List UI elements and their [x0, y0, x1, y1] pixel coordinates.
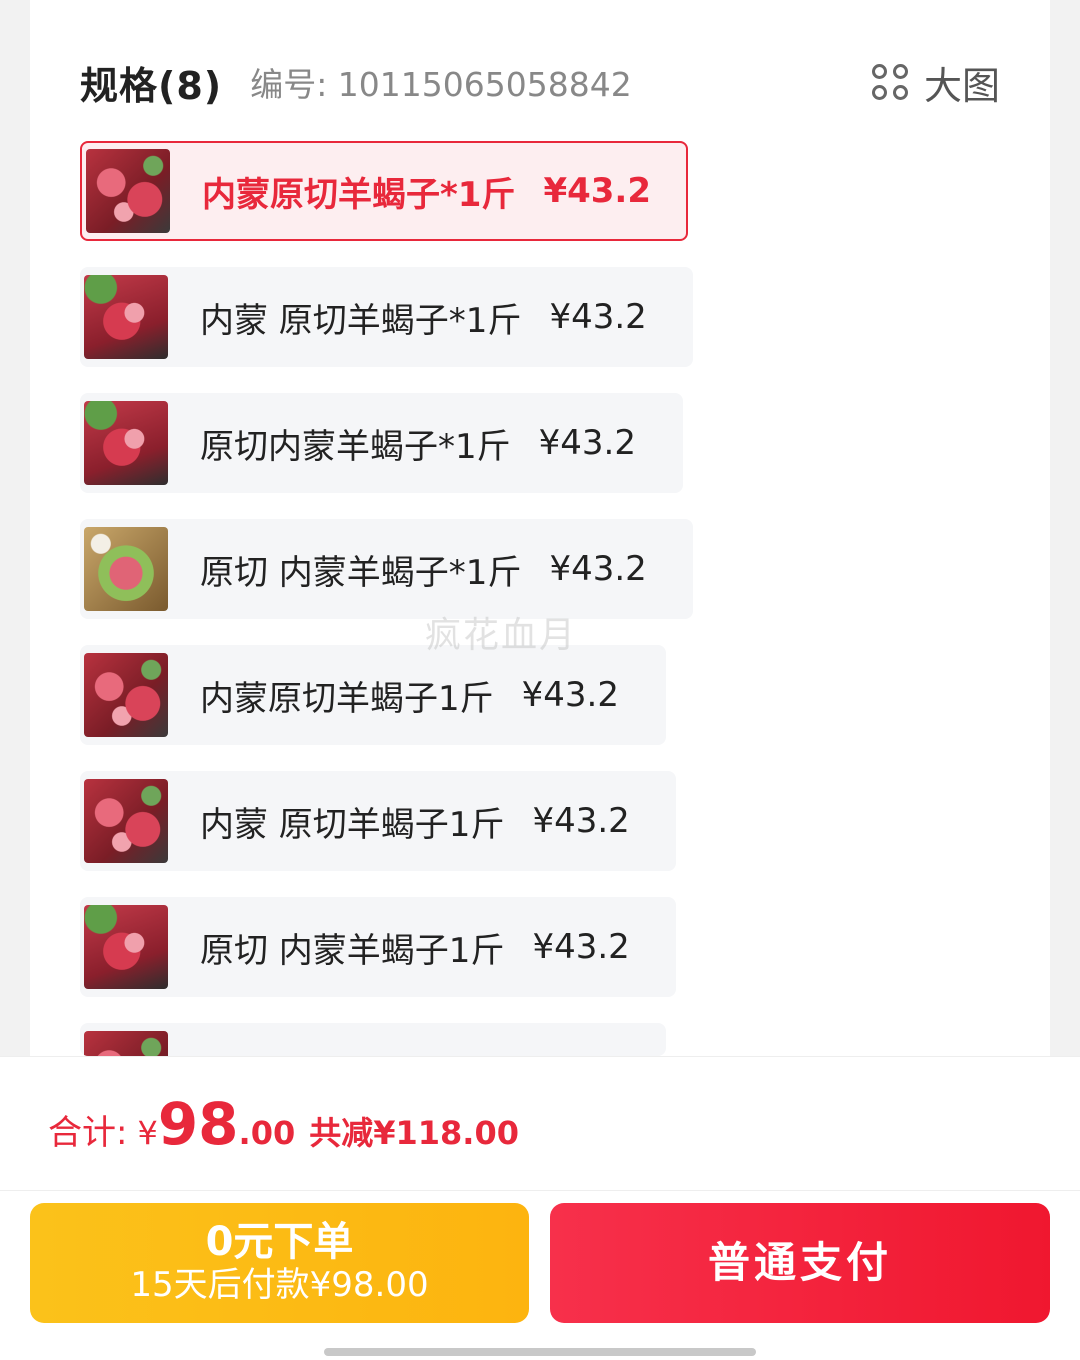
spec-title: 规格(8) — [80, 63, 223, 108]
option-price: ¥43.2 — [549, 297, 647, 337]
big-view-label: 大图 — [923, 63, 1000, 108]
option-label: 内蒙原切羊蝎子1斤 — [200, 678, 494, 719]
option-label: 原切内蒙羊蝎子*1斤 — [200, 426, 511, 467]
option-price: ¥43.2 — [543, 171, 651, 211]
watermark: 疯花血月 — [425, 615, 578, 656]
product-thumbnail — [84, 905, 168, 989]
spec-header: 规格(8) 编号: 10115065058842 大图 — [80, 54, 1000, 110]
spec-option-2[interactable]: 内蒙 原切羊蝎子*1斤 ¥43.2 — [80, 267, 693, 367]
spec-option-7[interactable]: 原切 内蒙羊蝎子1斤 ¥43.2 — [80, 897, 676, 997]
option-price: ¥43.2 — [532, 927, 630, 967]
big-view-button[interactable]: 大图 — [870, 54, 1000, 110]
normal-pay-button[interactable]: 普通支付 — [550, 1203, 1050, 1323]
option-price: ¥43.2 — [521, 675, 619, 715]
product-thumbnail — [84, 527, 168, 611]
total-label: 合计: — [48, 1113, 128, 1153]
option-price: ¥43.2 — [538, 423, 636, 463]
total-decimal: .00 — [238, 1114, 296, 1152]
zero-order-label: 0元下单 — [205, 1219, 354, 1265]
spec-option-4[interactable]: 原切 内蒙羊蝎子*1斤 ¥43.2 — [80, 519, 693, 619]
spec-option-5[interactable]: 内蒙原切羊蝎子1斤 ¥43.2 — [80, 645, 666, 745]
divider — [0, 1190, 1080, 1191]
option-price: ¥43.2 — [549, 549, 647, 589]
option-label: 原切 内蒙羊蝎子*1斤 — [200, 552, 522, 593]
spec-option-6[interactable]: 内蒙 原切羊蝎子1斤 ¥43.2 — [80, 771, 676, 871]
product-thumbnail — [84, 779, 168, 863]
normal-pay-label: 普通支付 — [707, 1238, 892, 1287]
option-label: 原切 内蒙羊蝎子1斤 — [200, 930, 505, 971]
option-label: 内蒙原切羊蝎子*1斤 — [202, 174, 516, 215]
total-integer: 98 — [157, 1090, 239, 1158]
spec-option-3[interactable]: 原切内蒙羊蝎子*1斤 ¥43.2 — [80, 393, 683, 493]
product-thumbnail — [86, 149, 170, 233]
product-thumbnail — [84, 1031, 168, 1056]
total-currency: ¥ — [137, 1114, 158, 1152]
spec-option-1[interactable]: 内蒙原切羊蝎子*1斤 ¥43.2 — [80, 141, 688, 241]
deferred-payment-label: 15天后付款¥98.00 — [130, 1265, 429, 1305]
order-total: 合计: ¥ 98 .00 共减¥118.00 — [48, 1090, 519, 1158]
product-thumbnail — [84, 401, 168, 485]
product-thumbnail — [84, 653, 168, 737]
home-indicator — [324, 1348, 756, 1356]
option-label: 内蒙 原切羊蝎子1斤 — [200, 804, 505, 845]
grid-view-icon — [870, 62, 910, 102]
zero-down-order-button[interactable]: 0元下单 15天后付款¥98.00 — [30, 1203, 529, 1323]
total-saving: 共减¥118.00 — [309, 1114, 519, 1152]
spec-option-8-partial[interactable] — [80, 1023, 666, 1056]
option-price: ¥43.2 — [532, 801, 630, 841]
product-code: 编号: 10115065058842 — [250, 65, 632, 104]
product-thumbnail — [84, 275, 168, 359]
option-label: 内蒙 原切羊蝎子*1斤 — [200, 300, 522, 341]
